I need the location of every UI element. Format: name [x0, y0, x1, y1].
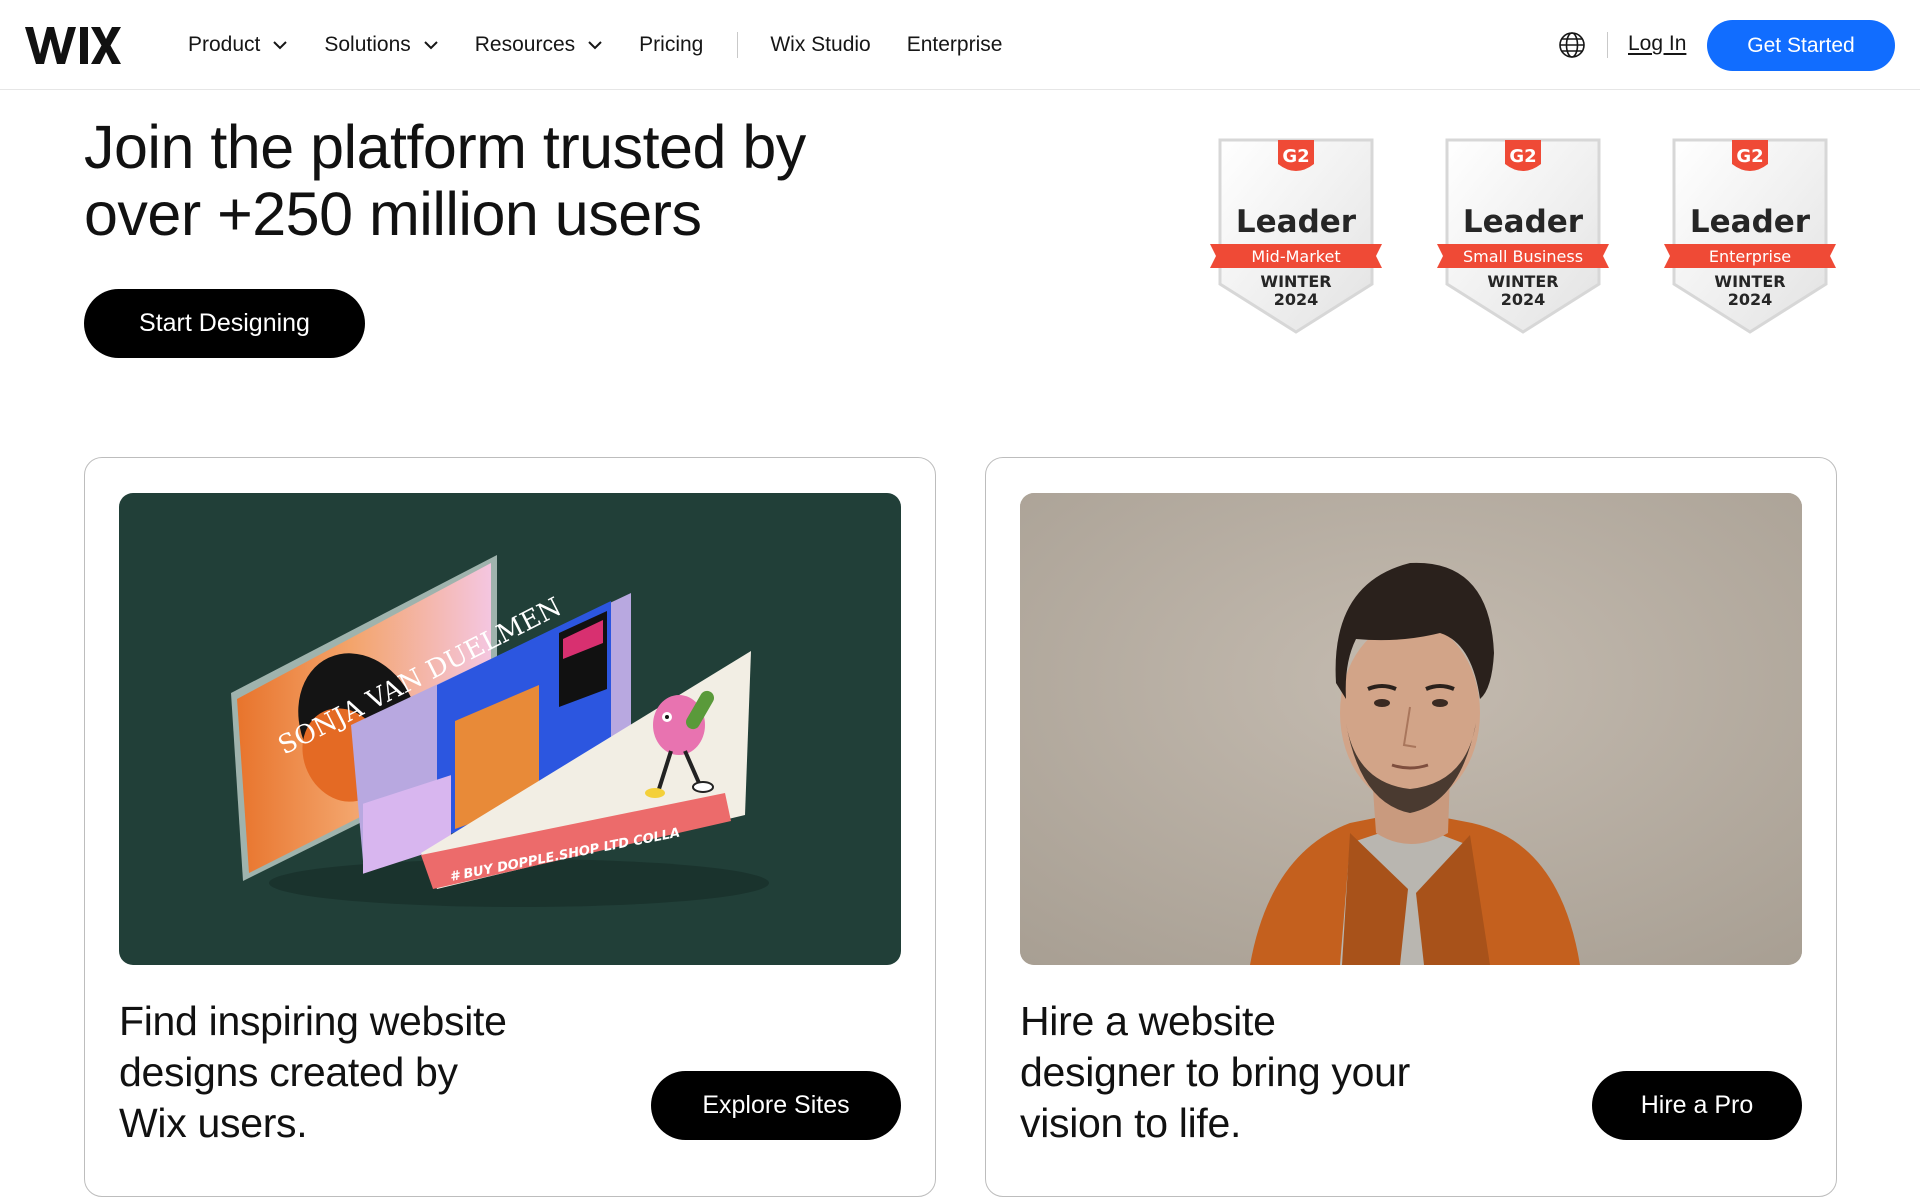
g2-badge-mid-market: G2 Leader Mid-Market WINTER 2024 [1208, 138, 1384, 334]
chevron-down-icon [424, 41, 438, 50]
badge-season: WINTER 2024 [1208, 273, 1384, 309]
g2-logo-text: G2 [1736, 146, 1763, 167]
hero-title: Join the platform trusted by over +250 m… [84, 114, 984, 248]
site-header: Product Solutions Resources Pricing Wix … [0, 0, 1920, 90]
explore-sites-button[interactable]: Explore Sites [651, 1071, 901, 1140]
get-started-button[interactable]: Get Started [1707, 20, 1895, 71]
hire-a-pro-card: Hire a website designer to bring your vi… [985, 457, 1837, 1197]
hire-a-pro-text: Hire a website designer to bring your vi… [1020, 996, 1410, 1149]
website-mockups-image: SONJA VAN DUELMEN # BUY DOPPLE.SHOP LTD … [231, 555, 769, 907]
g2-logo-text: G2 [1509, 146, 1536, 167]
nav-wix-studio[interactable]: Wix Studio [770, 33, 870, 57]
nav-divider [737, 32, 739, 58]
login-link[interactable]: Log In [1628, 32, 1686, 56]
header-divider [1607, 32, 1608, 58]
nav-solutions[interactable]: Solutions [324, 33, 438, 57]
nav-resources-label: Resources [474, 33, 576, 56]
g2-badge-small-business: G2 Leader Small Business WINTER 2024 [1435, 138, 1611, 334]
badge-season-label: WINTER [1260, 272, 1332, 291]
nav-enterprise[interactable]: Enterprise [907, 33, 1003, 57]
badge-year: 2024 [1500, 290, 1546, 309]
nav-solutions-label: Solutions [324, 33, 411, 56]
badge-season-label: WINTER [1487, 272, 1559, 291]
main-nav: Product Solutions Resources Pricing Wix … [188, 0, 1038, 90]
hero-title-line2: over +250 million users [84, 180, 702, 248]
badge-season-label: WINTER [1714, 272, 1786, 291]
start-designing-button[interactable]: Start Designing [84, 289, 365, 358]
badge-year: 2024 [1727, 290, 1773, 309]
badge-category: Mid-Market [1251, 247, 1341, 266]
hire-text-line1: Hire a website [1020, 998, 1276, 1044]
chevron-down-icon [588, 41, 602, 50]
wix-logo[interactable] [25, 20, 121, 68]
website-designs-illustration: SONJA VAN DUELMEN # BUY DOPPLE.SHOP LTD … [119, 493, 901, 965]
badge-season: WINTER 2024 [1662, 273, 1838, 309]
designer-portrait [1020, 493, 1802, 965]
badge-title: Leader [1235, 204, 1357, 240]
hire-text-line2: designer to bring your [1020, 1049, 1410, 1095]
g2-logo-text: G2 [1282, 146, 1309, 167]
hire-a-pro-button[interactable]: Hire a Pro [1592, 1071, 1802, 1140]
explore-text-line1: Find inspiring website [119, 998, 507, 1044]
explore-sites-card: SONJA VAN DUELMEN # BUY DOPPLE.SHOP LTD … [84, 457, 936, 1197]
chevron-down-icon [273, 41, 288, 50]
nav-enterprise-label: Enterprise [906, 33, 1003, 56]
explore-sites-text: Find inspiring website designs created b… [119, 996, 507, 1149]
badge-category: Small Business [1462, 247, 1584, 266]
nav-wix-studio-label: Wix Studio [770, 33, 871, 56]
badge-season: WINTER 2024 [1435, 273, 1611, 309]
badge-category: Enterprise [1708, 247, 1792, 266]
explore-text-line2: designs created by [119, 1049, 458, 1095]
nav-resources[interactable]: Resources [475, 33, 603, 57]
hire-text-line3: vision to life. [1020, 1100, 1242, 1146]
badge-title: Leader [1689, 204, 1811, 240]
nav-product-label: Product [188, 33, 261, 56]
nav-product[interactable]: Product [188, 33, 288, 57]
hero-title-line1: Join the platform trusted by [84, 113, 806, 181]
badge-title: Leader [1462, 204, 1584, 240]
g2-badge-enterprise: G2 Leader Enterprise WINTER 2024 [1662, 138, 1838, 334]
badge-year: 2024 [1273, 290, 1319, 309]
designer-portrait-photo [1020, 493, 1802, 965]
nav-pricing-label: Pricing [639, 33, 704, 56]
explore-text-line3: Wix users. [119, 1100, 308, 1146]
globe-icon[interactable] [1558, 31, 1586, 59]
nav-pricing[interactable]: Pricing [639, 33, 703, 57]
